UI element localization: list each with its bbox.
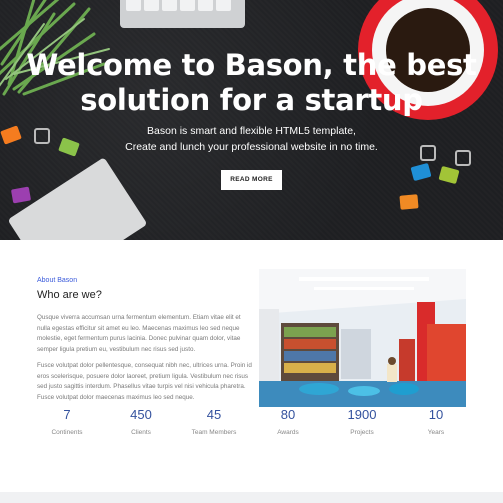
about-kicker: About Bason <box>37 277 78 284</box>
hero-headline-line1: Welcome to Bason, the best <box>26 48 477 82</box>
stat-value: 1900 <box>347 407 377 422</box>
stat-continents: 7 Continents <box>27 407 107 436</box>
stat-awards: 80 Awards <box>248 407 328 436</box>
hero-headline-line2: solution for a startup <box>80 83 423 117</box>
stat-value: 80 <box>280 407 296 422</box>
stat-label: Years <box>427 429 445 436</box>
stat-label: Awards <box>277 429 299 436</box>
stat-label: Continents <box>51 429 83 436</box>
hero-section: Welcome to Bason, the best solution for … <box>0 0 503 240</box>
stat-years: 10 Years <box>396 407 476 436</box>
stat-label: Clients <box>131 429 151 436</box>
hero-headline: Welcome to Bason, the best solution for … <box>0 48 503 118</box>
stat-projects: 1900 Projects <box>322 407 402 436</box>
stat-label: Team Members <box>191 429 237 436</box>
about-paragraph-1: Qusque viverra accumsan urna fermentum e… <box>37 314 241 353</box>
stat-clients: 450 Clients <box>101 407 181 436</box>
office-photo <box>259 269 466 407</box>
stat-value: 45 <box>206 407 222 422</box>
stat-value: 450 <box>130 407 152 422</box>
stat-value: 7 <box>63 407 71 422</box>
stat-label: Projects <box>350 429 374 436</box>
keyboard-decoration <box>120 0 245 28</box>
about-section: About Bason Who are we? Qusque viverra a… <box>0 240 503 503</box>
hero-subtitle-line1: Bason is smart and flexible HTML5 templa… <box>147 125 356 137</box>
hero-subtitle-line2: Create and lunch your professional websi… <box>125 141 378 153</box>
hero-subtitle: Bason is smart and flexible HTML5 templa… <box>0 123 503 155</box>
stat-team-members: 45 Team Members <box>174 407 254 436</box>
read-more-button[interactable]: READ MORE <box>221 170 282 190</box>
binder-clip-orange-2 <box>399 194 419 210</box>
stat-value: 10 <box>428 407 444 422</box>
footer-band <box>0 492 503 503</box>
about-paragraph-2: Fusce volutpat dolor pellentesque, conse… <box>37 362 252 401</box>
about-title: Who are we? <box>37 289 102 301</box>
